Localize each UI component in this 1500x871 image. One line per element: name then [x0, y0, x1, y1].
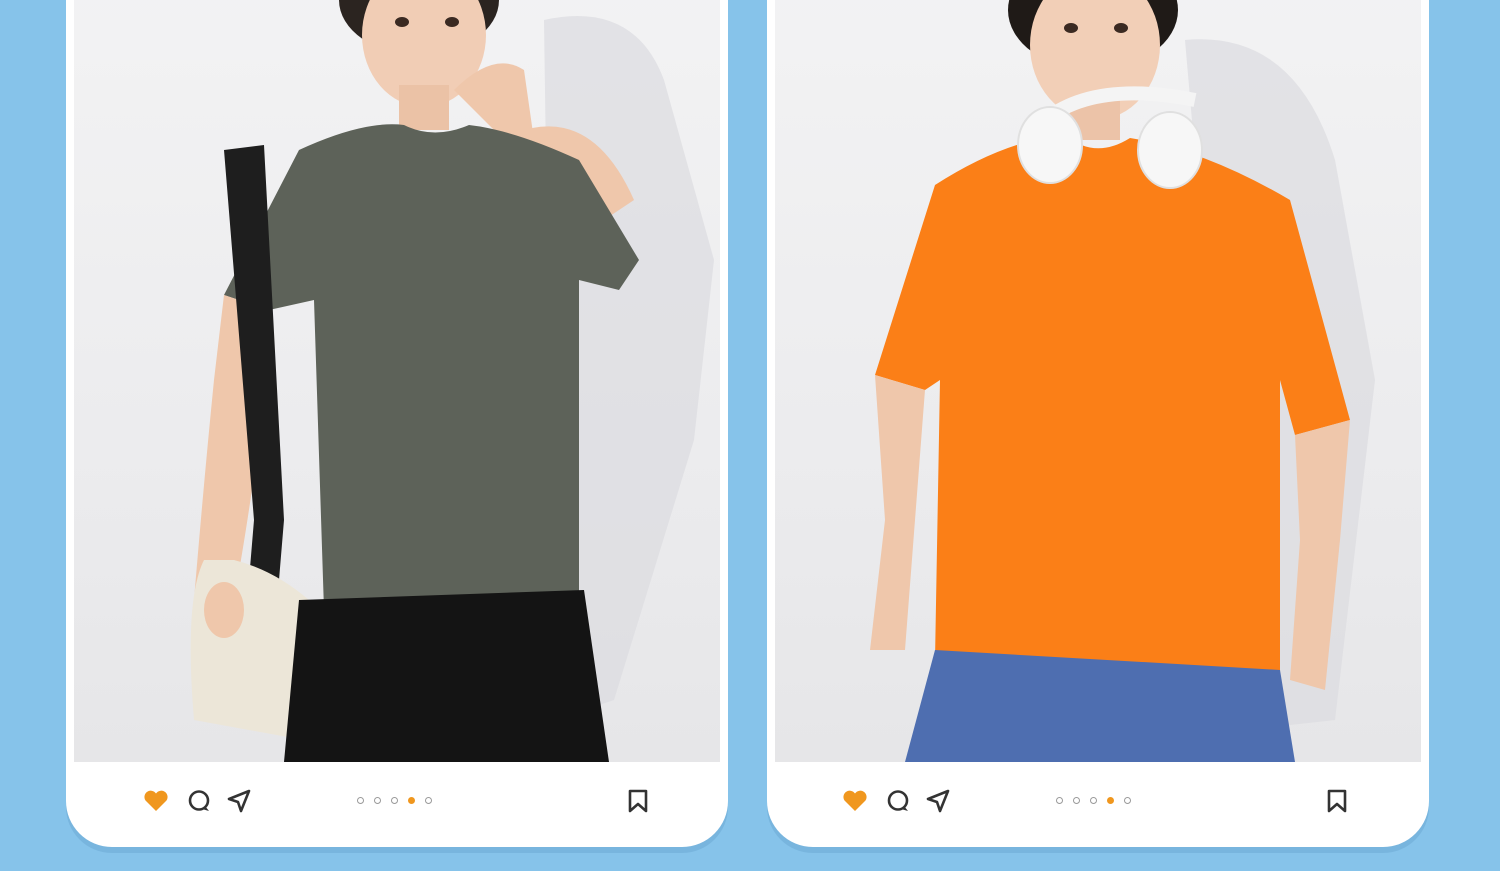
- bookmark-icon[interactable]: [1322, 786, 1352, 816]
- carousel-dot-active[interactable]: [408, 797, 415, 804]
- product-photo-orange-tshirt[interactable]: [775, 0, 1421, 762]
- heart-icon[interactable]: [141, 786, 171, 816]
- kid-gray-tshirt-illustration: [190, 0, 714, 762]
- carousel-dot[interactable]: [1056, 797, 1063, 804]
- carousel-dot[interactable]: [374, 797, 381, 804]
- send-icon[interactable]: [224, 786, 254, 816]
- send-icon[interactable]: [923, 786, 953, 816]
- carousel-dot-active[interactable]: [1107, 797, 1114, 804]
- carousel-indicator: [357, 797, 432, 804]
- post-card-orange-tshirt: [767, 0, 1429, 847]
- carousel-dot[interactable]: [357, 797, 364, 804]
- comment-icon[interactable]: [883, 786, 913, 816]
- product-photo-gray-tshirt[interactable]: [74, 0, 720, 762]
- carousel-dot[interactable]: [1090, 797, 1097, 804]
- carousel-dot[interactable]: [1124, 797, 1131, 804]
- comment-icon[interactable]: [184, 786, 214, 816]
- carousel-dot[interactable]: [425, 797, 432, 804]
- heart-icon[interactable]: [840, 786, 870, 816]
- bookmark-icon[interactable]: [623, 786, 653, 816]
- carousel-dot[interactable]: [1073, 797, 1080, 804]
- action-bar: [66, 762, 728, 847]
- post-card-gray-tshirt: [66, 0, 728, 847]
- kid-orange-tshirt-illustration: [870, 0, 1375, 762]
- action-bar: [767, 762, 1429, 847]
- carousel-indicator: [1056, 797, 1131, 804]
- carousel-dot[interactable]: [391, 797, 398, 804]
